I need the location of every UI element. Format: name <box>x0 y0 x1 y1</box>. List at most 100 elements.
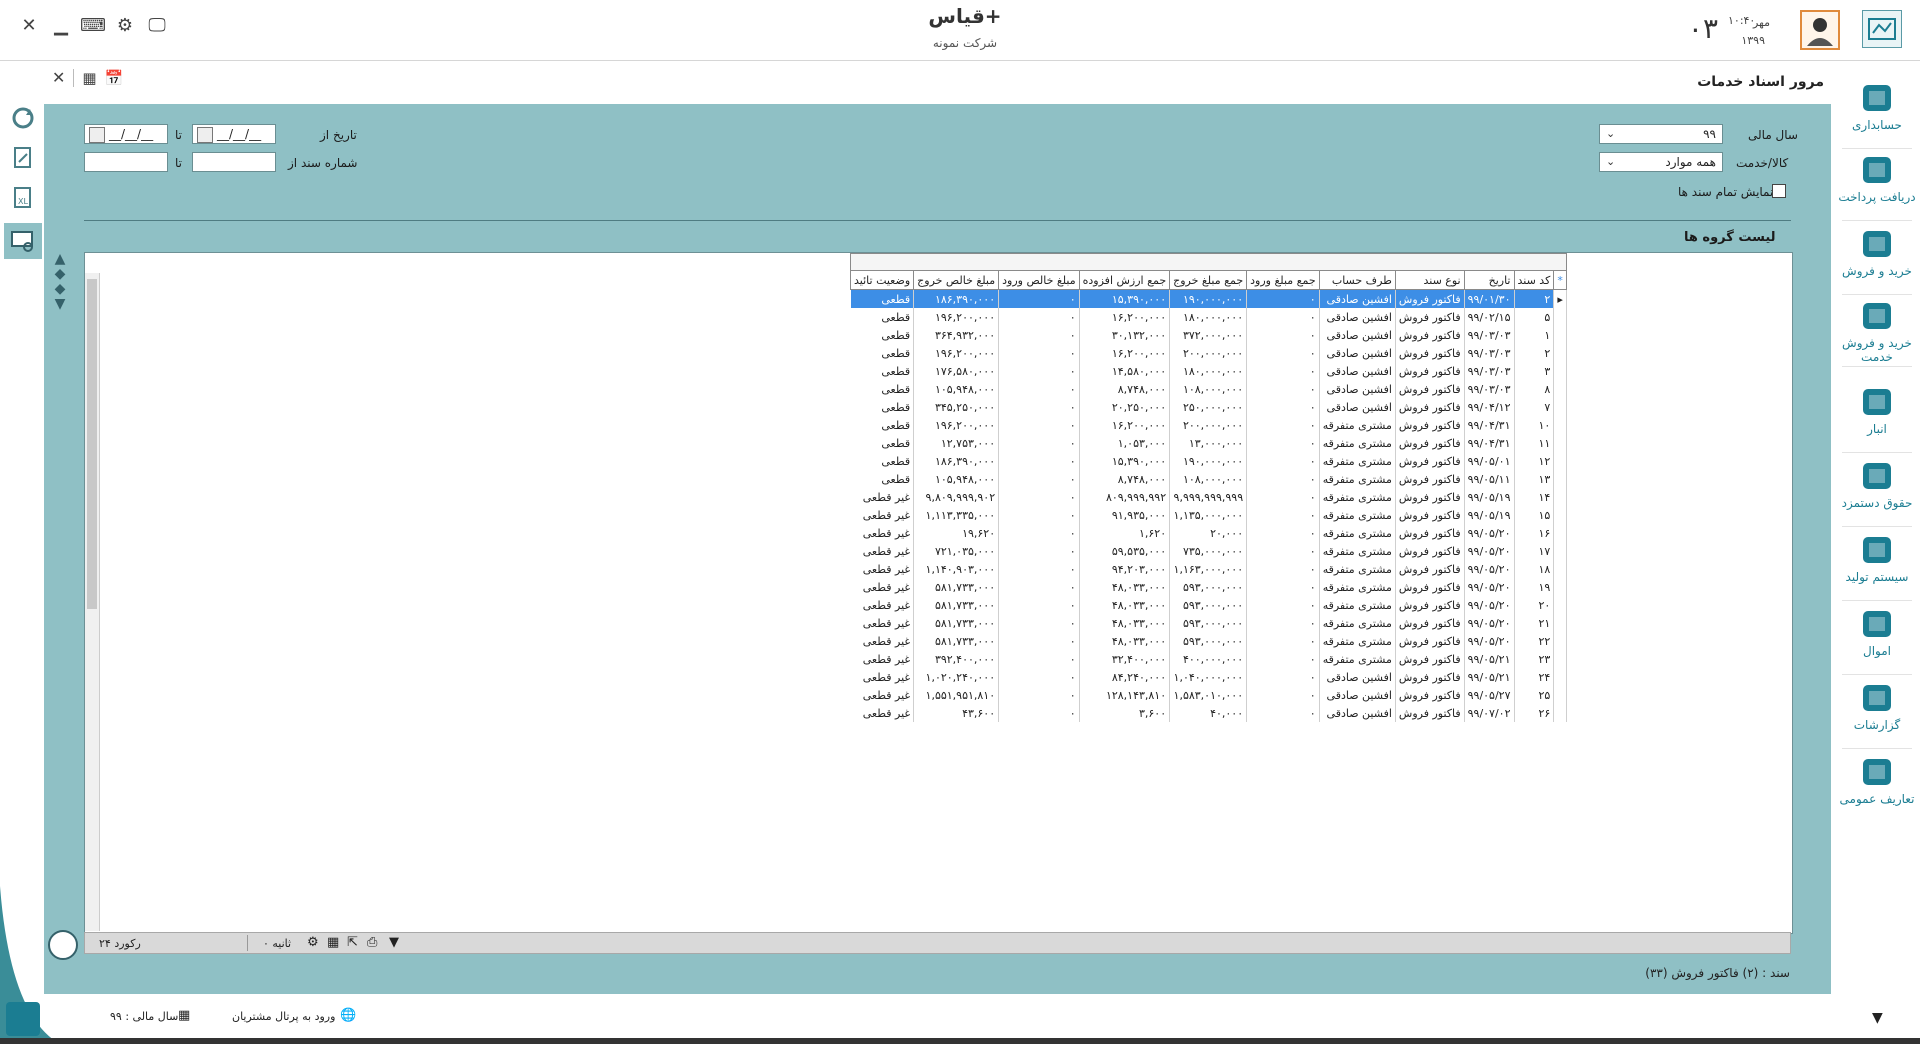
gear-icon[interactable]: ⚙ <box>114 14 136 36</box>
row-selector[interactable] <box>1553 434 1567 452</box>
table-row[interactable]: ۱۲ ۹۹/۰۵/۰۱ فاکتور فروش مشتری متفرقه ۰ ۱۹۰,۰۰… <box>850 452 1567 470</box>
table-row[interactable]: ۱۴ ۹۹/۰۵/۱۹ فاکتور فروش مشتری متفرقه ۰ ۹,۹۹۹,… <box>850 488 1567 506</box>
date-to-input[interactable]: __/__/__ <box>192 124 276 144</box>
app-logo-icon[interactable] <box>1862 10 1902 48</box>
column-header[interactable]: مبلغ خالص خروج <box>913 270 1000 290</box>
table-row[interactable]: ۲۰ ۹۹/۰۵/۲۰ فاکتور فروش مشتری متفرقه ۰ ۵۹۳,۰۰… <box>850 596 1567 614</box>
column-header[interactable]: جمع مبلغ ورود <box>1246 270 1320 290</box>
avatar[interactable] <box>1800 10 1840 50</box>
row-selector[interactable] <box>1553 524 1567 542</box>
nav-item-9[interactable]: گزارشات <box>1834 680 1920 732</box>
monitor-icon[interactable]: 🖵 <box>146 14 168 36</box>
app-logo-icon[interactable] <box>6 1002 40 1036</box>
table-row[interactable]: ۱ ۹۹/۰۳/۰۳ فاکتور فروش افشین صادقی ۰ ۳۷۲,۰۰۰,… <box>850 326 1567 344</box>
table-row[interactable]: ۱۵ ۹۹/۰۵/۱۹ فاکتور فروش مشتری متفرقه ۰ ۱,۱۳۵,… <box>850 506 1567 524</box>
nav-item-8[interactable]: اموال <box>1834 606 1920 658</box>
scrollbar[interactable] <box>85 273 100 931</box>
print-icon[interactable]: ⎙ <box>367 935 377 950</box>
table-row[interactable]: ۲۶ ۹۹/۰۷/۰۲ فاکتور فروش افشین صادقی ۰ ۴۰,۰۰۰ ۳… <box>850 704 1567 722</box>
column-header[interactable]: کد سند <box>1513 270 1555 290</box>
row-selector[interactable] <box>1553 308 1567 326</box>
table-row[interactable]: ۲۲ ۹۹/۰۵/۲۰ فاکتور فروش مشتری متفرقه ۰ ۵۹۳,۰۰… <box>850 632 1567 650</box>
excel-document-icon[interactable]: XL <box>10 185 36 211</box>
row-selector[interactable] <box>1553 542 1567 560</box>
column-header[interactable]: نوع سند <box>1394 270 1465 290</box>
table-row[interactable]: ۱۷ ۹۹/۰۵/۲۰ فاکتور فروش مشتری متفرقه ۰ ۷۳۵,۰۰… <box>850 542 1567 560</box>
fiscal-year-select[interactable]: ۹۹ ⌄ <box>1599 124 1723 144</box>
nav-item-3[interactable]: خرید و فروش <box>1834 226 1920 278</box>
row-selector[interactable] <box>1553 416 1567 434</box>
filter-icon[interactable]: ▼ <box>389 935 399 950</box>
table-row[interactable]: ۱۱ ۹۹/۰۴/۳۱ فاکتور فروش مشتری متفرقه ۰ ۱۳,۰۰۰… <box>850 434 1567 452</box>
column-header[interactable]: جمع ارزش افزوده <box>1078 270 1171 290</box>
nav-item-7[interactable]: سیستم تولید <box>1834 532 1920 584</box>
row-selector[interactable]: ▸ <box>1553 289 1567 308</box>
row-selector[interactable] <box>1553 560 1567 578</box>
table-row[interactable]: ۲۴ ۹۹/۰۵/۲۱ فاکتور فروش افشین صادقی ۰ ۱,۰۴۰,۰… <box>850 668 1567 686</box>
row-selector[interactable] <box>1553 380 1567 398</box>
row-indicator-header[interactable]: * <box>1553 270 1567 290</box>
column-header[interactable]: وضعیت تائید <box>849 270 915 290</box>
row-selector[interactable] <box>1553 632 1567 650</box>
calendar-icon[interactable] <box>197 127 213 143</box>
keyboard-icon[interactable]: ⌨ <box>80 14 106 36</box>
chevron-down-icon[interactable]: ▼ <box>1872 1010 1883 1026</box>
table-row[interactable]: ۲۳ ۹۹/۰۵/۲۱ فاکتور فروش مشتری متفرقه ۰ ۴۰۰,۰۰… <box>850 650 1567 668</box>
row-selector[interactable] <box>1553 398 1567 416</box>
row-selector[interactable] <box>1553 704 1567 722</box>
column-header[interactable]: تاریخ <box>1463 270 1515 290</box>
view-mode-icon[interactable] <box>4 223 42 259</box>
calendar-icon[interactable] <box>89 127 105 143</box>
edit-document-icon[interactable] <box>10 145 36 171</box>
row-selector[interactable] <box>1553 686 1567 704</box>
row-selector[interactable] <box>1553 506 1567 524</box>
row-selector[interactable] <box>1553 614 1567 632</box>
scrollbar-thumb[interactable] <box>87 279 97 609</box>
export-icon[interactable]: ⇱ <box>347 935 358 950</box>
refresh-icon[interactable] <box>10 105 36 131</box>
row-selector[interactable] <box>1553 470 1567 488</box>
show-all-checkbox[interactable] <box>1772 184 1786 198</box>
table-row[interactable]: ۱۰ ۹۹/۰۴/۳۱ فاکتور فروش مشتری متفرقه ۰ ۲۰۰,۰۰… <box>850 416 1567 434</box>
row-selector[interactable] <box>1553 344 1567 362</box>
row-selector[interactable] <box>1553 452 1567 470</box>
row-selector[interactable] <box>1553 578 1567 596</box>
goods-select[interactable]: همه موارد ⌄ <box>1599 152 1723 172</box>
grid-icon[interactable]: ▦ <box>327 935 339 950</box>
nav-item-5[interactable]: انبار <box>1834 384 1920 436</box>
nav-item-2[interactable]: دریافت پرداخت <box>1834 152 1920 204</box>
record-nav-arrows[interactable]: ▲ ◆ ◆ ▼ <box>48 252 72 316</box>
row-selector[interactable] <box>1553 326 1567 344</box>
row-selector[interactable] <box>1553 650 1567 668</box>
table-row[interactable]: ۱۳ ۹۹/۰۵/۱۱ فاکتور فروش مشتری متفرقه ۰ ۱۰۸,۰۰… <box>850 470 1567 488</box>
nav-item-6[interactable]: حقوق دستمزد <box>1834 458 1920 510</box>
table-row[interactable]: ۱۸ ۹۹/۰۵/۲۰ فاکتور فروش مشتری متفرقه ۰ ۱,۱۶۳,… <box>850 560 1567 578</box>
row-selector[interactable] <box>1553 362 1567 380</box>
nav-item-1[interactable]: حسابداری <box>1834 80 1920 132</box>
table-row[interactable]: ۲ ۹۹/۰۳/۰۳ فاکتور فروش افشین صادقی ۰ ۲۰۰,۰۰۰,… <box>850 344 1567 362</box>
nav-item-10[interactable]: تعاریف عمومی <box>1834 754 1920 806</box>
close-icon[interactable]: ✕ <box>18 14 40 36</box>
doc-to-input[interactable] <box>84 152 168 172</box>
row-selector[interactable] <box>1553 668 1567 686</box>
doc-from-input[interactable] <box>192 152 276 172</box>
table-row[interactable]: ۸ ۹۹/۰۳/۰۳ فاکتور فروش افشین صادقی ۰ ۱۰۸,۰۰۰,… <box>850 380 1567 398</box>
row-selector[interactable] <box>1553 488 1567 506</box>
column-header[interactable]: جمع مبلغ خروج <box>1169 270 1248 290</box>
table-row[interactable]: ▸ ۲ ۹۹/۰۱/۳۰ فاکتور فروش افشین صادقی ۰ ۱۹۰,۰۰۰… <box>850 289 1567 308</box>
table-row[interactable]: ۱۶ ۹۹/۰۵/۲۰ فاکتور فروش مشتری متفرقه ۰ ۲۰,۰۰۰… <box>850 524 1567 542</box>
globe-icon[interactable]: 🌐 <box>340 1008 356 1023</box>
table-row[interactable]: ۳ ۹۹/۰۳/۰۳ فاکتور فروش افشین صادقی ۰ ۱۸۰,۰۰۰,… <box>850 362 1567 380</box>
settings-icon[interactable]: ⚙ <box>307 935 319 950</box>
table-row[interactable]: ۲۱ ۹۹/۰۵/۲۰ فاکتور فروش مشتری متفرقه ۰ ۵۹۳,۰۰… <box>850 614 1567 632</box>
row-selector[interactable] <box>1553 596 1567 614</box>
table-row[interactable]: ۲۵ ۹۹/۰۵/۲۷ فاکتور فروش افشین صادقی ۰ ۱,۵۸۳,۰… <box>850 686 1567 704</box>
table-row[interactable]: ۵ ۹۹/۰۲/۱۵ فاکتور فروش افشین صادقی ۰ ۱۸۰,۰۰۰,… <box>850 308 1567 326</box>
calendar-icon[interactable]: 📅 <box>105 69 124 87</box>
date-from-input[interactable]: __/__/__ <box>84 124 168 144</box>
grid-icon[interactable]: ▦ <box>82 69 96 87</box>
close-icon[interactable]: ✕ <box>52 68 65 87</box>
column-header[interactable]: مبلغ خالص ورود <box>998 270 1080 290</box>
customer-portal-link[interactable]: ورود به پرتال مشتریان <box>232 1010 335 1023</box>
minimize-icon[interactable]: ▁ <box>50 14 72 36</box>
